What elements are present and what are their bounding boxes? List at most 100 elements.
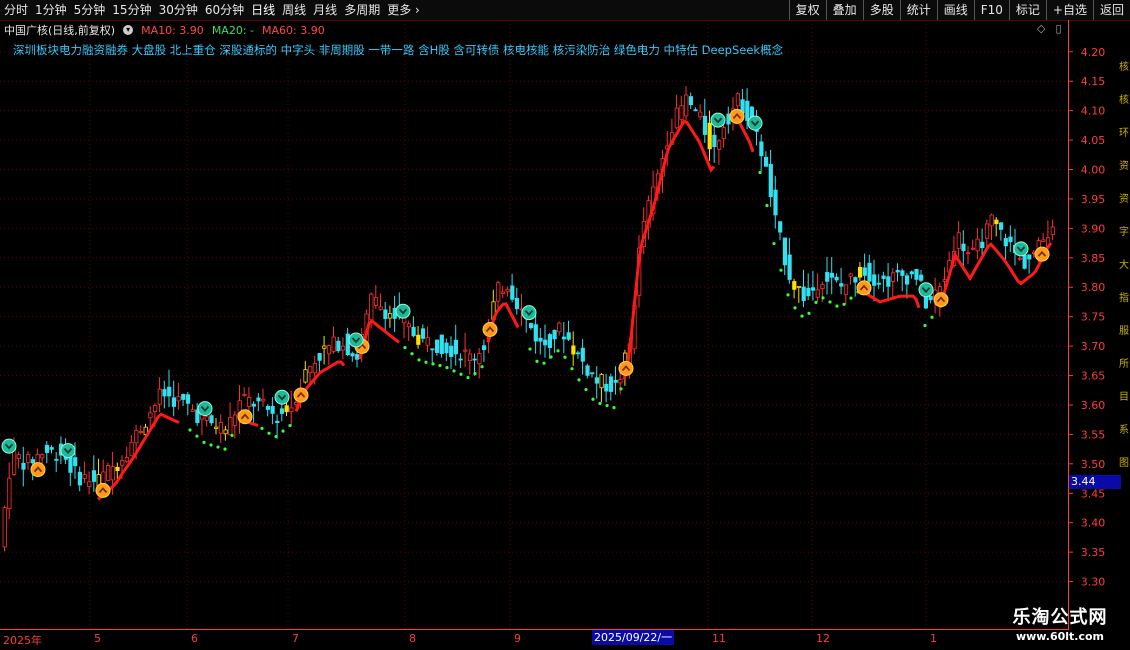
price-tick-label: 3.60 [1081, 399, 1106, 412]
toolbar-button[interactable]: 画线 [936, 0, 974, 20]
ma-dot [542, 361, 546, 365]
candle-body [792, 281, 797, 290]
period-tab[interactable]: 60分钟 [205, 2, 244, 18]
candle-body [214, 426, 219, 429]
ma-dot [923, 323, 927, 328]
candle-body [331, 336, 336, 352]
period-tab[interactable]: 更多 › [387, 2, 420, 18]
candle-body [745, 100, 750, 121]
candle-body [608, 376, 614, 392]
side-strip-char: 资 [1119, 194, 1129, 205]
side-strip-char: 服 [1119, 326, 1129, 337]
price-tick-label: 4.20 [1081, 46, 1106, 59]
candle-body [688, 96, 694, 106]
period-tab[interactable]: 15分钟 [112, 2, 151, 18]
ma-line-segment [861, 290, 921, 309]
candle-body [270, 405, 275, 414]
candle-body [679, 105, 684, 121]
candle-body [580, 347, 585, 362]
watermark-title: 乐淘公式网 [1012, 607, 1108, 628]
sell-signal-icon [348, 332, 364, 348]
candle-body [613, 379, 618, 383]
candle-body [787, 254, 792, 280]
period-tab[interactable]: 周线 [282, 2, 306, 18]
side-strip-char: 核 [1119, 95, 1129, 106]
date-label: 11 [712, 632, 726, 645]
candle-body [919, 274, 924, 281]
candle-body [124, 457, 129, 463]
candle-body [514, 297, 520, 310]
candle-body [923, 295, 929, 309]
candle-body [477, 353, 482, 365]
ma-dot [281, 429, 285, 433]
toolbar-button[interactable]: 叠加 [825, 0, 863, 20]
candle-body [858, 266, 863, 278]
candle-body [928, 295, 933, 301]
candle-body [702, 115, 708, 135]
candle-body [261, 398, 266, 402]
watermark-url: www.60lt.com [1015, 630, 1105, 643]
candle-body [778, 221, 783, 233]
period-tab[interactable]: 多周期 [344, 2, 380, 18]
candle-body [815, 289, 820, 298]
toolbar-button[interactable]: 复权 [788, 0, 826, 20]
price-tick-label: 4.15 [1081, 75, 1106, 88]
candle-body [533, 324, 538, 342]
ma-dot [835, 304, 839, 308]
sell-signal-icon [197, 401, 213, 417]
candle-body [49, 447, 54, 450]
candle-body [430, 348, 435, 351]
candle-body [571, 345, 576, 355]
toolbar-button[interactable]: 标记 [1008, 0, 1046, 20]
ma-dot [828, 300, 832, 304]
side-strip-char: 资 [1119, 161, 1129, 172]
period-tab[interactable]: 月线 [313, 2, 337, 18]
ma-dot [473, 371, 477, 376]
period-tab[interactable]: 分时 [4, 2, 28, 18]
buy-signal-icon [482, 322, 498, 338]
candle-body [557, 322, 562, 333]
candle-body [162, 389, 167, 397]
side-strip-char: 大 [1119, 260, 1129, 271]
candle-body [829, 272, 835, 278]
side-strip-char: 指 [1119, 293, 1129, 304]
price-tick-label: 3.55 [1081, 428, 1106, 441]
toolbar-button[interactable]: 返回 [1092, 0, 1130, 20]
ma-dot [930, 315, 934, 319]
period-tab[interactable]: 日线 [251, 2, 275, 18]
candle-body [289, 407, 294, 412]
ma-dot [779, 268, 783, 272]
buy-signal-icon [856, 280, 872, 296]
candle-body [1003, 238, 1008, 247]
candle-body [895, 269, 900, 273]
price-tick-label: 4.00 [1081, 164, 1106, 177]
period-tabs: 分时 1分钟 5分钟 15分钟 30分钟 60分钟 日线 周线 月线 多周期 更多 › [4, 2, 420, 18]
toolbar-button[interactable]: 多股 [862, 0, 900, 20]
candle-body [853, 277, 858, 283]
date-label: 8 [409, 632, 416, 645]
period-tab[interactable]: 1分钟 [35, 2, 67, 18]
toolbar-button[interactable]: F10 [973, 0, 1009, 20]
date-label: 9 [514, 632, 521, 645]
period-tab[interactable]: 30分钟 [159, 2, 198, 18]
candle-body [176, 396, 181, 402]
candle-body [434, 339, 440, 353]
candle-body [171, 397, 176, 407]
candlestick-chart[interactable]: 4.20 4.15 4.10 4.05 4.00 3.95 3.90 3.85 3.80 3.75… [0, 20, 1130, 630]
ma-dot [403, 345, 407, 350]
candle-body [496, 282, 501, 302]
candle-body [449, 345, 454, 357]
toolbar-button[interactable]: 统计 [899, 0, 937, 20]
ma-dot [842, 302, 846, 306]
date-label: 1 [930, 632, 937, 645]
price-tick-label: 3.80 [1081, 281, 1106, 294]
ma-dot [814, 300, 818, 304]
period-tab[interactable]: 5分钟 [74, 2, 106, 18]
candle-body [543, 339, 548, 346]
toolbar-button[interactable]: +自选 [1045, 0, 1093, 20]
candle-body [472, 358, 477, 361]
candle-body [303, 369, 308, 383]
candle-body [529, 323, 534, 329]
ma-dot [410, 352, 414, 356]
candle-body [999, 222, 1004, 230]
